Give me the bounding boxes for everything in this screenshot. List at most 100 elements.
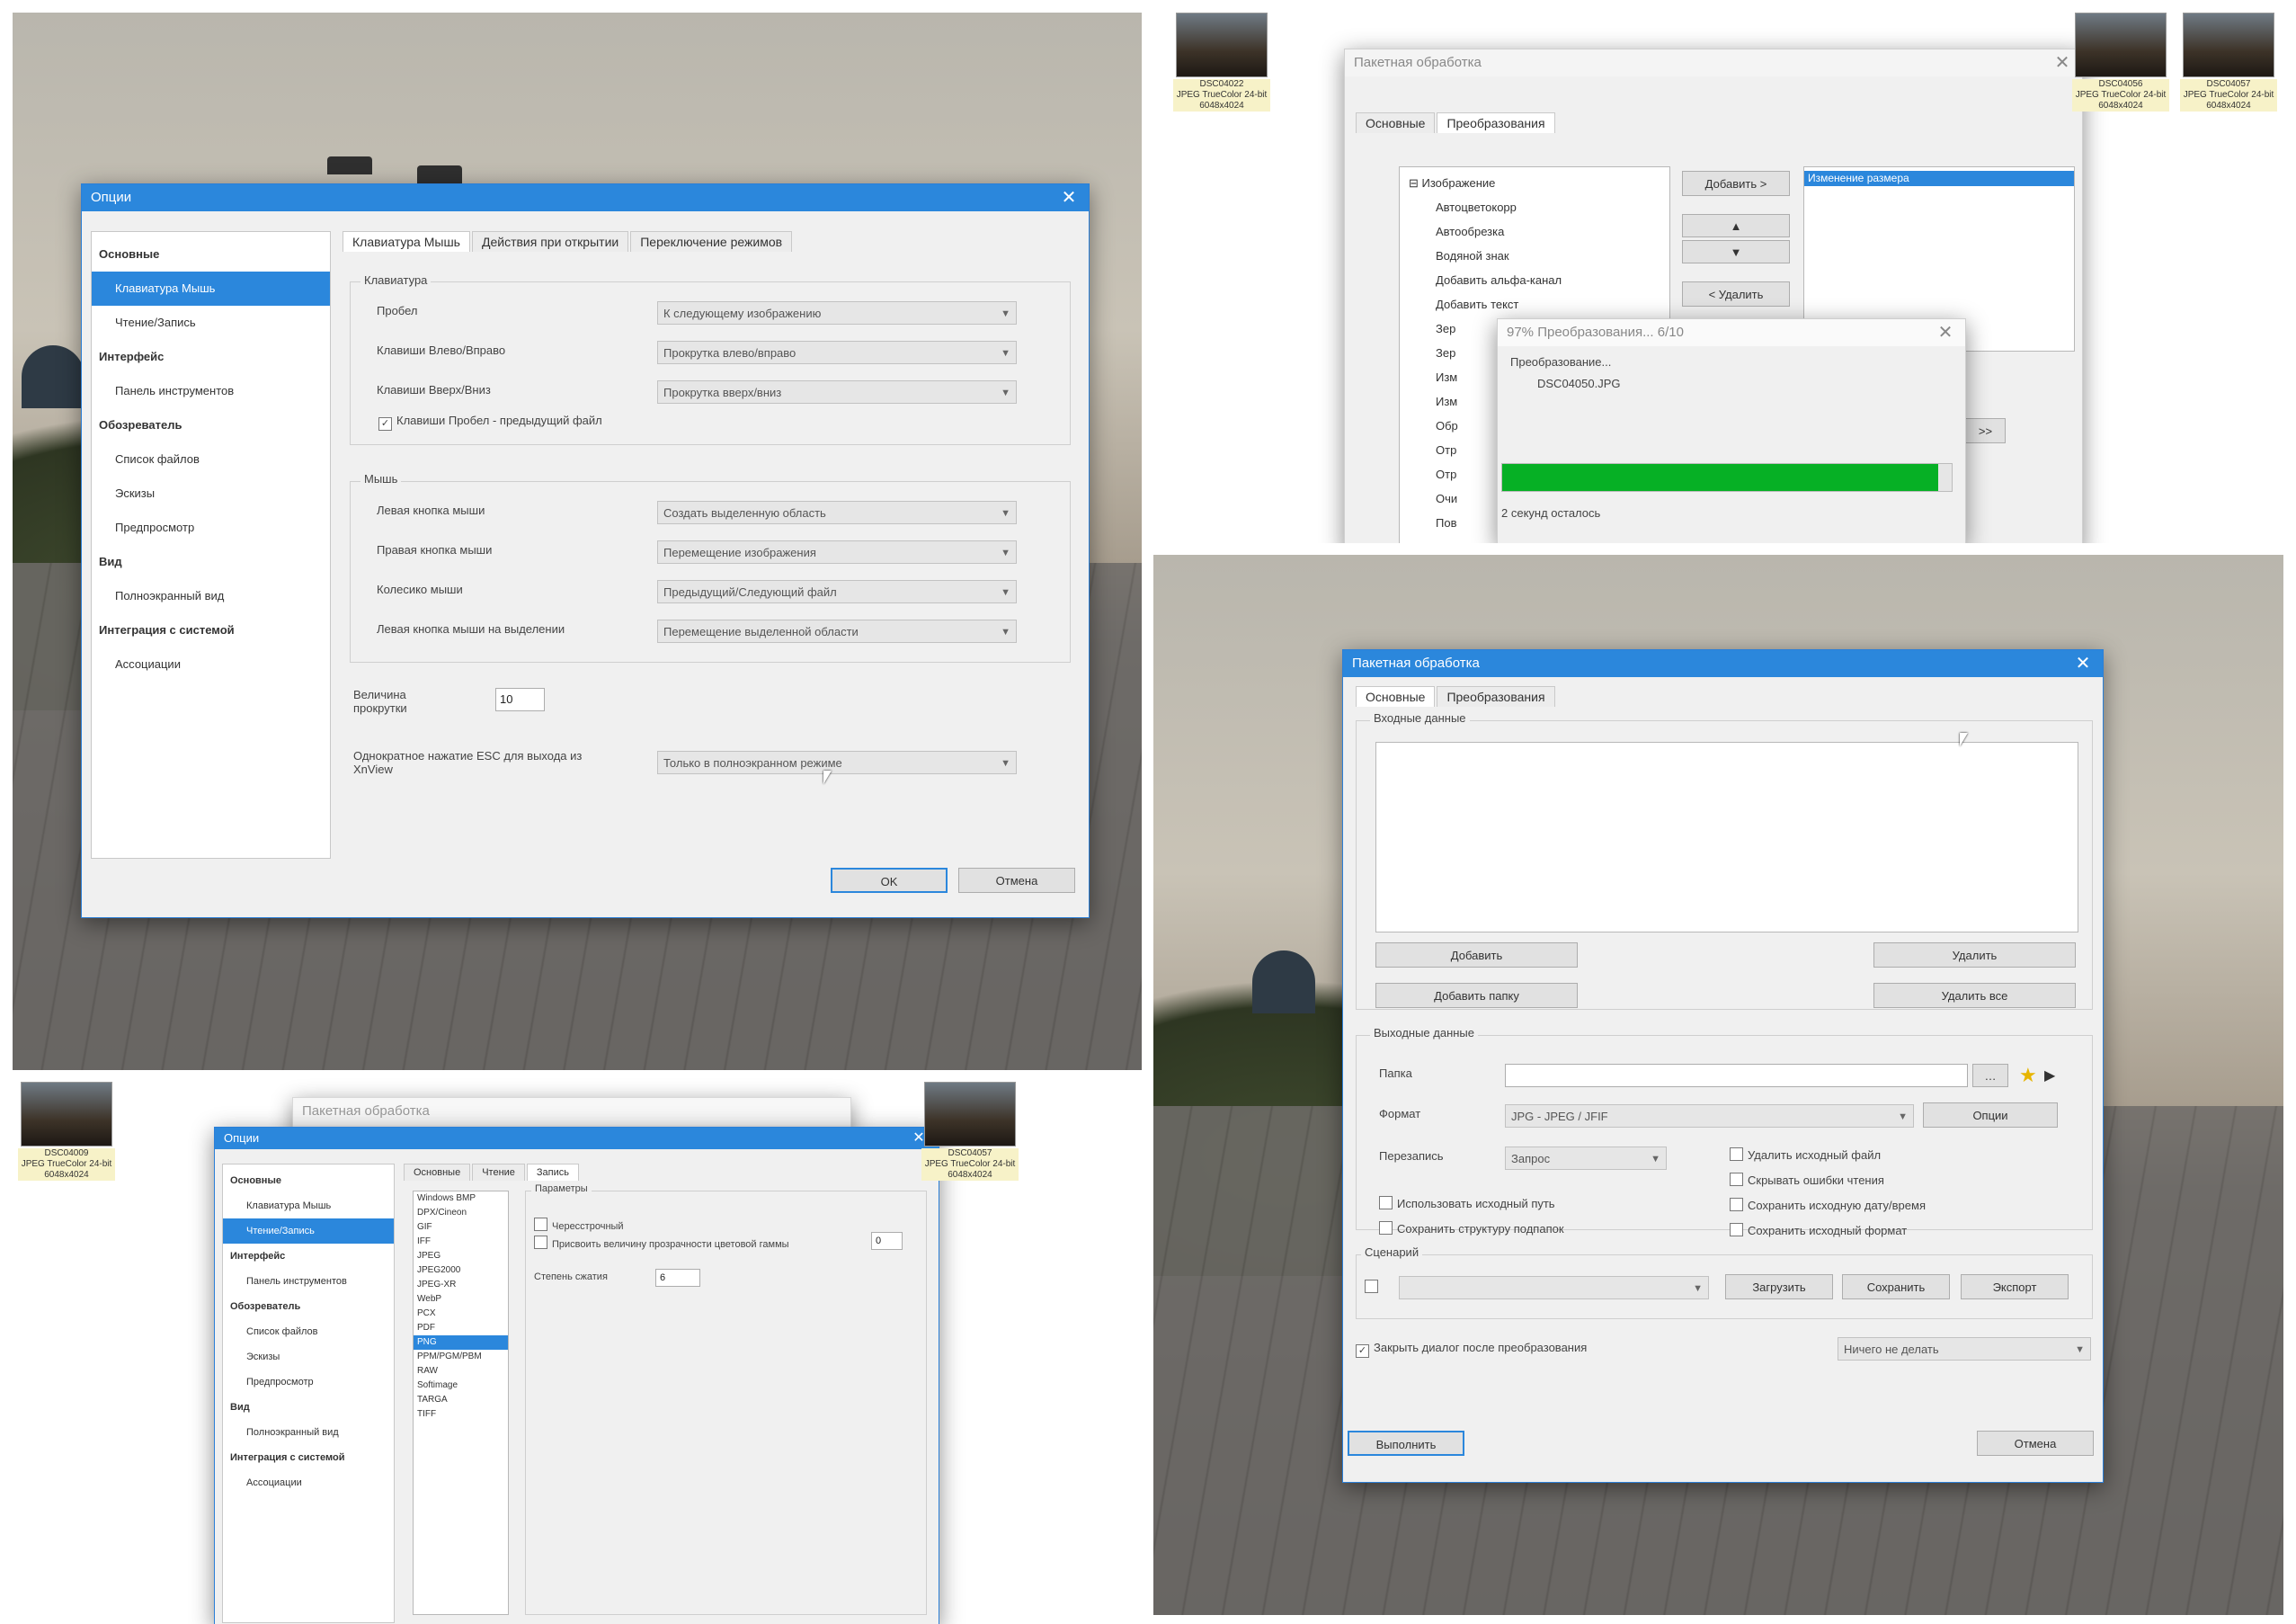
format-item[interactable]: WebP (414, 1292, 508, 1307)
option-checkbox[interactable]: Скрывать ошибки чтения (1730, 1173, 1884, 1187)
remove-transform-button[interactable]: < Удалить (1682, 281, 1790, 307)
tree-item[interactable]: Автообрезка (1400, 219, 1669, 244)
thumbnail[interactable]: DSC04057 JPEG TrueColor 24-bit 6048x4024 (921, 1082, 1019, 1181)
format-item[interactable]: RAW (414, 1364, 508, 1379)
sidebar-item[interactable]: Панель инструментов (223, 1269, 394, 1294)
load-button[interactable]: Загрузить (1725, 1274, 1833, 1299)
folder-input[interactable] (1505, 1064, 1968, 1087)
play-icon[interactable]: ▶ (2044, 1066, 2055, 1084)
sidebar-item[interactable]: Интерфейс (223, 1244, 394, 1269)
setting-combo[interactable]: К следующему изображению ▼ (657, 301, 1017, 325)
esc-combo[interactable]: Только в полноэкранном режиме ▼ (657, 751, 1017, 774)
setting-combo[interactable]: Создать выделенную область ▼ (657, 501, 1017, 524)
tab-mode-switching[interactable]: Переключение режимов (630, 231, 793, 252)
sidebar-item[interactable]: Интеграция с системой (223, 1445, 394, 1470)
close-icon[interactable]: ✕ (2072, 650, 2094, 677)
close-after-checkbox[interactable]: ✓ Закрыть диалог после преобразования (1356, 1341, 1587, 1358)
format-item[interactable]: Windows BMP (414, 1191, 508, 1206)
cancel-button[interactable]: Отмена (1977, 1431, 2094, 1456)
setting-combo[interactable]: Прокрутка вверх/вниз ▼ (657, 380, 1017, 404)
format-item[interactable]: TIFF (414, 1407, 508, 1422)
sidebar-item[interactable]: Основные (223, 1168, 394, 1193)
script-combo[interactable]: ▼ (1399, 1276, 1709, 1299)
space-prev-checkbox[interactable]: ✓ Клавиши Пробел - предыдущий файл (378, 414, 602, 431)
checkbox[interactable] (1730, 1223, 1743, 1236)
format-item[interactable]: Softimage (414, 1379, 508, 1393)
ok-button[interactable]: OK (831, 868, 948, 893)
format-item[interactable]: JPEG-XR (414, 1278, 508, 1292)
interlaced-checkbox[interactable]: Чересстрочный (534, 1218, 624, 1232)
add-folder-button[interactable]: Добавить папку (1375, 983, 1578, 1008)
format-item[interactable]: TARGA (414, 1393, 508, 1407)
setting-combo[interactable]: Перемещение изображения ▼ (657, 540, 1017, 564)
thumbnail[interactable]: DSC04057 JPEG TrueColor 24-bit 6048x4024 (2180, 13, 2277, 112)
checkbox[interactable] (1730, 1198, 1743, 1211)
move-down-button[interactable]: ▼ (1682, 240, 1790, 263)
checkbox[interactable] (1379, 1196, 1393, 1209)
after-action-combo[interactable]: Ничего не делать ▼ (1838, 1337, 2091, 1361)
checkbox[interactable] (1379, 1221, 1393, 1235)
thumbnail[interactable]: DSC04056 JPEG TrueColor 24-bit 6048x4024 (2072, 13, 2169, 112)
format-item[interactable]: GIF (414, 1220, 508, 1235)
overwrite-combo[interactable]: Запрос ▼ (1505, 1147, 1667, 1170)
transparency-input[interactable]: 0 (871, 1232, 903, 1250)
sidebar-item[interactable]: Вид (92, 545, 330, 579)
sidebar-item[interactable]: Эскизы (92, 477, 330, 511)
tab-write[interactable]: Запись (526, 1164, 579, 1181)
export-button[interactable]: Экспорт (1961, 1274, 2069, 1299)
sidebar-item[interactable]: Интеграция с системой (92, 613, 330, 647)
format-item[interactable]: IFF (414, 1235, 508, 1249)
setting-combo[interactable]: Предыдущий/Следующий файл ▼ (657, 580, 1017, 603)
sidebar-item[interactable]: Клавиатура Мышь (223, 1193, 394, 1218)
sidebar-item[interactable]: Список файлов (223, 1319, 394, 1344)
close-icon[interactable]: ✕ (2051, 49, 2073, 76)
tab-read[interactable]: Чтение (472, 1164, 525, 1181)
format-item[interactable]: JPEG2000 (414, 1263, 508, 1278)
option-checkbox[interactable]: Сохранить исходный формат (1730, 1223, 1907, 1237)
checkbox[interactable] (1730, 1147, 1743, 1161)
tree-item[interactable]: ⊟ Изображение (1400, 171, 1669, 195)
format-item[interactable]: PDF (414, 1321, 508, 1335)
remove-all-button[interactable]: Удалить все (1873, 983, 2076, 1008)
run-button[interactable]: Выполнить (1348, 1431, 1464, 1456)
close-icon[interactable]: ✕ (1058, 184, 1080, 211)
remove-button[interactable]: Удалить (1873, 942, 2076, 968)
tab-transformations[interactable]: Преобразования (1437, 112, 1555, 133)
option-checkbox[interactable]: Сохранить исходную дату/время (1730, 1198, 1926, 1212)
checkbox[interactable]: ✓ (1356, 1344, 1369, 1358)
sidebar-item[interactable]: Обозреватель (92, 408, 330, 442)
format-item[interactable]: DPX/Cineon (414, 1206, 508, 1220)
checkbox[interactable]: ✓ (378, 417, 392, 431)
format-item[interactable]: PCX (414, 1307, 508, 1321)
sidebar-item[interactable]: Предпросмотр (223, 1370, 394, 1395)
thumbnail[interactable]: DSC04009 JPEG TrueColor 24-bit 6048x4024 (18, 1082, 115, 1181)
more-button[interactable]: >> (1965, 418, 2006, 443)
setting-combo[interactable]: Прокрутка влево/вправо ▼ (657, 341, 1017, 364)
thumbnail[interactable]: DSC04022 JPEG TrueColor 24-bit 6048x4024 (1173, 13, 1270, 112)
compression-input[interactable]: 6 (655, 1269, 700, 1287)
tree-item[interactable]: Добавить альфа-канал (1400, 268, 1669, 292)
list-item[interactable]: Изменение размера (1804, 171, 2074, 186)
tab-transformations[interactable]: Преобразования (1437, 686, 1555, 707)
sidebar-item[interactable]: Панель инструментов (92, 374, 330, 408)
tab-general[interactable]: Основные (404, 1164, 471, 1181)
scroll-amount-input[interactable]: 10 (495, 688, 545, 711)
tree-item[interactable]: Автоцветокорр (1400, 195, 1669, 219)
close-icon[interactable]: ✕ (1935, 319, 1956, 346)
sidebar-item[interactable]: Клавиатура Мышь (92, 272, 330, 306)
sidebar-item[interactable]: Обозреватель (223, 1294, 394, 1319)
tab-general[interactable]: Основные (1356, 112, 1436, 133)
sidebar-item[interactable]: Полноэкранный вид (223, 1420, 394, 1445)
sidebar-item[interactable]: Основные (92, 237, 330, 272)
sidebar-item[interactable]: Чтение/Запись (92, 306, 330, 340)
sidebar-item[interactable]: Интерфейс (92, 340, 330, 374)
tab-keyboard-mouse[interactable]: Клавиатура Мышь (343, 231, 470, 252)
add-button[interactable]: Добавить (1375, 942, 1578, 968)
browse-button[interactable]: … (1972, 1064, 2008, 1087)
sidebar-item[interactable]: Чтение/Запись (223, 1218, 394, 1244)
checkbox[interactable] (534, 1218, 547, 1231)
save-button[interactable]: Сохранить (1842, 1274, 1950, 1299)
tree-item[interactable]: Водяной знак (1400, 244, 1669, 268)
sidebar-item[interactable]: Предпросмотр (92, 511, 330, 545)
format-item[interactable]: PPM/PGM/PBM (414, 1350, 508, 1364)
